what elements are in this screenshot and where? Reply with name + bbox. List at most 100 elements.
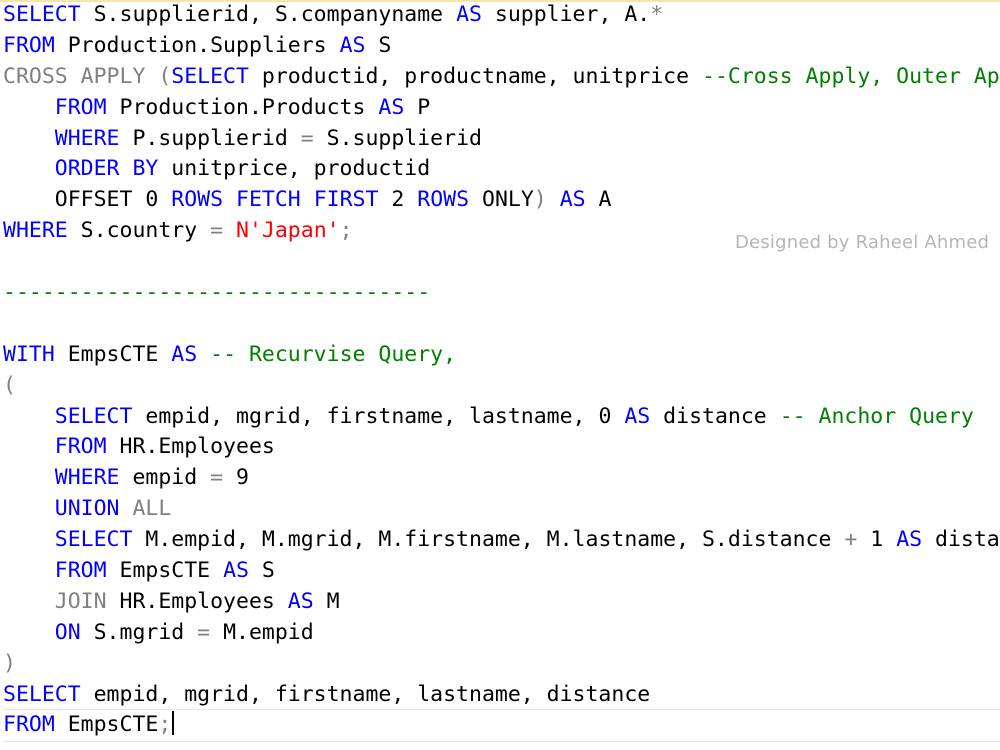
code-token: * [650,2,664,27]
code-token: WHERE [54,125,120,151]
code-token: WHERE [54,465,120,491]
code-token: empid, mgrid, firstname, lastname, 0 [132,403,625,429]
code-token: AS [223,558,249,584]
code-token: EmpsCTE [54,712,159,738]
code-line[interactable]: FROM Production.Products AS P [3,93,1000,124]
code-token: distance [650,403,780,429]
code-token: SELECT [3,681,81,707]
code-token: SELECT [54,403,133,429]
code-line[interactable]: JOIN HR.Employees AS M [3,587,1000,618]
code-token: supplier, A. [481,2,651,27]
code-line[interactable]: SELECT S.supplierid, S.companyname AS su… [3,0,1000,31]
code-line[interactable]: SELECT empid, mgrid, firstname, lastname… [3,680,1000,711]
code-token: FROM [3,32,55,58]
code-token: M.empid [210,619,314,645]
code-token: SELECT [3,2,81,27]
code-token: ; [158,712,172,738]
code-token: ROWS [171,187,224,213]
code-token: AS [559,187,586,213]
code-line[interactable]: SELECT M.empid, M.mgrid, M.firstname, M.… [3,525,1000,556]
code-token: -- Anchor Query [779,403,974,429]
code-token: WHERE [3,218,68,244]
code-token: empid, mgrid, firstname, lastname, dista… [80,681,651,707]
code-token: P [404,94,431,120]
watermark-text: Designed by Raheel Ahmed [735,232,990,253]
code-token: S [365,32,392,58]
code-line[interactable]: FROM EmpsCTE AS S [3,556,1000,587]
code-token: AS [171,341,198,367]
code-token: OFFSET 0 [3,187,172,213]
code-token: Production.Products [106,94,379,120]
code-token: ( [145,63,172,89]
sql-code-editor[interactable]: SELECT S.supplierid, S.companyname AS su… [3,0,1000,750]
code-token: -- Recurvise Query, [210,341,457,367]
code-token: P.supplierid [119,125,301,151]
code-token: + [844,527,858,553]
code-token: HR.Employees [106,588,288,614]
code-token: EmpsCTE [54,341,172,367]
code-token: SELECT [171,63,249,89]
code-token: M.empid, M.mgrid, M.firstname, M.lastnam… [132,527,845,553]
code-token: A [585,187,612,213]
code-line[interactable]: SELECT empid, mgrid, firstname, lastname… [3,402,1000,433]
code-token: --Cross Apply, Outer Apply [702,63,1000,89]
code-line[interactable]: WHERE P.supplierid = S.supplierid [3,124,1000,155]
code-token: 2 [378,187,418,213]
code-token: EmpsCTE [106,558,224,584]
code-line[interactable]: ( [3,371,1000,402]
code-token: AS [624,403,651,429]
code-token: WITH [3,341,55,367]
code-line[interactable]: ORDER BY unitprice, productid [3,154,1000,185]
code-token: productid, productname, unitprice [248,63,702,89]
code-token: unitprice, productid [158,156,431,182]
code-line[interactable] [3,309,1000,340]
code-token: FROM [54,94,107,120]
code-token: FROM [3,712,55,738]
code-token: = [210,218,224,244]
code-token: FETCH [236,187,301,213]
code-line[interactable]: FROM HR.Employees [3,432,1000,463]
code-token: S.supplierid, S.companyname [80,2,457,27]
code-line[interactable]: OFFSET 0 ROWS FETCH FIRST 2 ROWS ONLY) A… [3,185,1000,216]
code-token: distance [935,527,1000,553]
code-token: ( [3,372,16,398]
code-line[interactable]: CROSS APPLY (SELECT productid, productna… [3,62,1000,93]
code-token: S [248,558,275,584]
code-token: HR.Employees [106,434,275,460]
code-token: 1 [857,527,897,553]
code-token: = [300,125,314,151]
code-token: ; [339,218,353,244]
code-token: S.country [67,218,211,244]
code-token: = [210,465,224,491]
code-token: empid [119,465,211,491]
code-line[interactable]: FROM EmpsCTE; [3,709,1000,743]
code-token: ALL [132,496,172,522]
text-cursor [172,711,175,736]
code-token: --------------------------------- [3,280,431,306]
code-token: FIRST [313,187,379,213]
code-token: ORDER BY [54,156,159,182]
code-token: ) [533,187,547,213]
code-line[interactable]: WHERE empid = 9 [3,463,1000,494]
code-token: FROM [54,434,107,460]
code-token: AS [896,527,923,553]
code-line[interactable]: UNION ALL [3,494,1000,525]
code-line[interactable]: ) [3,649,1000,680]
code-line[interactable]: ON S.mgrid = M.empid [3,618,1000,649]
code-line[interactable]: FROM Production.Suppliers AS S [3,31,1000,62]
code-line[interactable]: --------------------------------- [3,278,1000,309]
code-line[interactable]: WITH EmpsCTE AS -- Recurvise Query, [3,340,1000,371]
